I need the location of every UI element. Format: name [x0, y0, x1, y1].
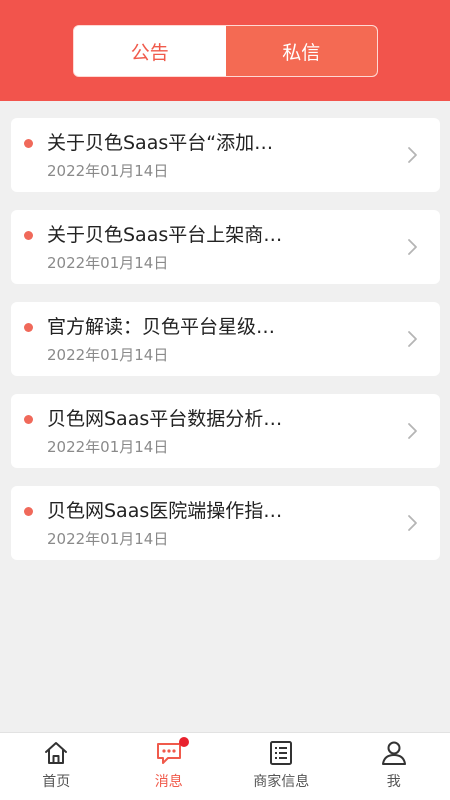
- message-title: 贝色网Saas平台数据分析…: [47, 408, 283, 430]
- home-icon: [45, 742, 68, 764]
- unread-dot: [24, 323, 33, 332]
- list-item[interactable]: 关于贝色Saas平台“添加… 2022年01月14日: [11, 118, 440, 192]
- message-title: 官方解读：贝色平台星级…: [47, 316, 276, 338]
- unread-dot: [24, 507, 33, 516]
- message-date: 2022年01月14日: [47, 530, 169, 548]
- tab-me-label: 我: [386, 774, 401, 790]
- tab-me[interactable]: 我: [338, 733, 450, 800]
- list-item[interactable]: 官方解读：贝色平台星级… 2022年01月14日: [11, 302, 440, 376]
- list-item[interactable]: 关于贝色Saas平台上架商… 2022年01月14日: [11, 210, 440, 284]
- tab-private-messages[interactable]: 私信: [225, 26, 377, 76]
- notification-badge: [178, 737, 189, 747]
- tab-home-label: 首页: [42, 774, 71, 790]
- message-title: 贝色网Saas医院端操作指…: [47, 500, 283, 522]
- tab-merchant-info[interactable]: 商家信息: [225, 733, 338, 800]
- segment-control: 公告 私信: [73, 25, 378, 77]
- unread-dot: [24, 415, 33, 424]
- message-date: 2022年01月14日: [47, 346, 169, 364]
- message-title: 关于贝色Saas平台“添加…: [47, 132, 274, 154]
- message-date: 2022年01月14日: [47, 438, 169, 456]
- tab-messages-label: 消息: [154, 774, 183, 790]
- chat-icon-wrap: [155, 737, 189, 767]
- message-title: 关于贝色Saas平台上架商…: [47, 224, 283, 246]
- tab-announcements[interactable]: 公告: [74, 26, 226, 76]
- chevron-right-icon: [408, 147, 417, 163]
- tab-merchant-info-label: 商家信息: [253, 774, 310, 790]
- tab-home[interactable]: 首页: [0, 733, 113, 800]
- chevron-right-icon: [408, 423, 417, 439]
- list-item[interactable]: 贝色网Saas医院端操作指… 2022年01月14日: [11, 486, 440, 560]
- unread-dot: [24, 139, 33, 148]
- chevron-right-icon: [408, 515, 417, 531]
- message-date: 2022年01月14日: [47, 254, 169, 272]
- list-item[interactable]: 贝色网Saas平台数据分析… 2022年01月14日: [11, 394, 440, 468]
- tab-messages[interactable]: 消息: [113, 733, 226, 800]
- message-list: 关于贝色Saas平台“添加… 2022年01月14日 关于贝色Saas平台上架商…: [11, 118, 440, 578]
- chevron-right-icon: [408, 239, 417, 255]
- bottom-tab-bar: 首页 消息 商家信息 我: [0, 732, 450, 800]
- header-bar: 公告 私信: [0, 0, 450, 101]
- list-icon: [270, 741, 293, 765]
- chevron-right-icon: [408, 331, 417, 347]
- user-icon: [381, 741, 406, 765]
- message-date: 2022年01月14日: [47, 162, 169, 180]
- unread-dot: [24, 231, 33, 240]
